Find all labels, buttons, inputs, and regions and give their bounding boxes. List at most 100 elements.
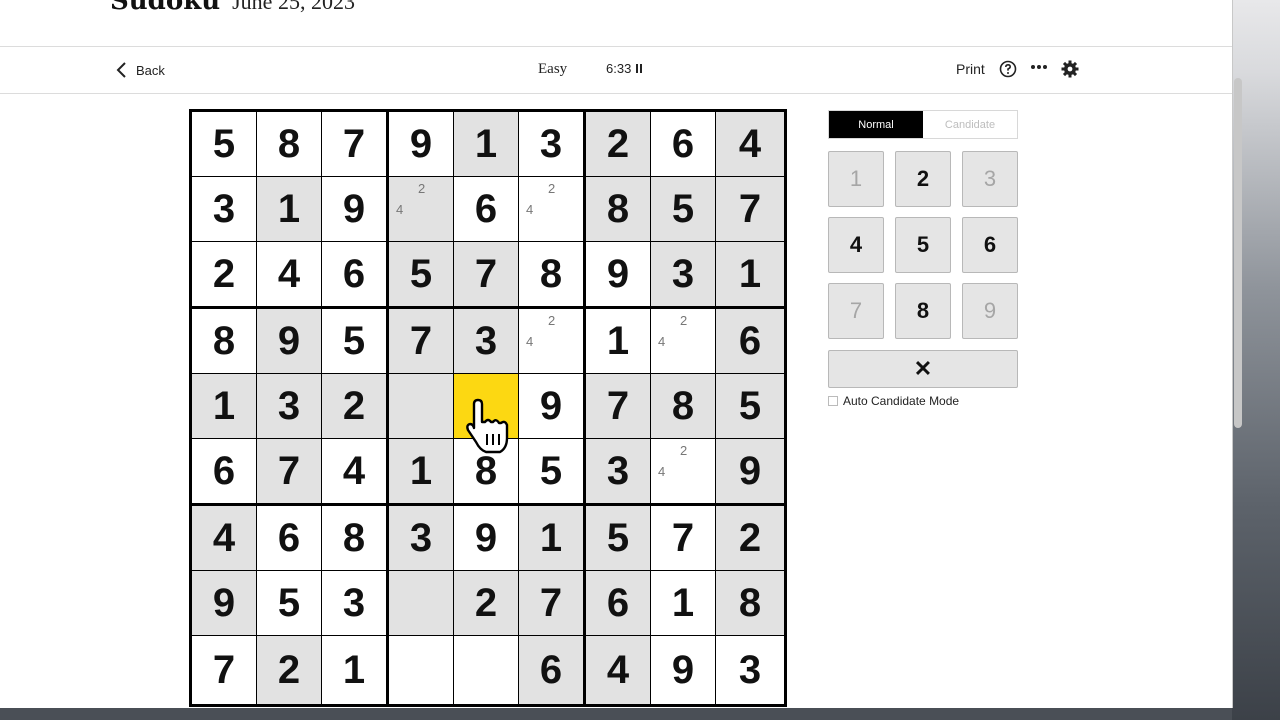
sudoku-cell-r5c7[interactable]: 7 [586,374,650,438]
sudoku-cell-r1c9[interactable]: 4 [716,112,784,176]
sudoku-cell-r4c4[interactable]: 7 [389,309,453,373]
sudoku-cell-r1c1[interactable]: 5 [192,112,256,176]
sudoku-cell-r9c2[interactable]: 2 [257,636,321,704]
sudoku-cell-r5c3[interactable]: 2 [322,374,386,438]
sudoku-cell-r2c3[interactable]: 9 [322,177,386,241]
sudoku-cell-r5c1[interactable]: 1 [192,374,256,438]
keypad-key-5[interactable]: 5 [895,217,951,273]
sudoku-cell-r2c5[interactable]: 6 [454,177,518,241]
sudoku-cell-r7c5[interactable]: 9 [454,506,518,570]
sudoku-cell-r8c4[interactable] [389,571,453,635]
sudoku-cell-r8c2[interactable]: 5 [257,571,321,635]
sudoku-cell-r7c6[interactable]: 1 [519,506,583,570]
page-scrollbar[interactable] [1234,78,1242,428]
sudoku-cell-r5c9[interactable]: 5 [716,374,784,438]
sudoku-cell-r4c7[interactable]: 1 [586,309,650,373]
sudoku-cell-r7c1[interactable]: 4 [192,506,256,570]
sudoku-cell-r7c3[interactable]: 8 [322,506,386,570]
sudoku-cell-r2c8[interactable]: 5 [651,177,715,241]
sudoku-cell-r4c1[interactable]: 8 [192,309,256,373]
sudoku-cell-r2c2[interactable]: 1 [257,177,321,241]
sudoku-cell-r7c2[interactable]: 6 [257,506,321,570]
sudoku-cell-r9c8[interactable]: 9 [651,636,715,704]
sudoku-cell-r8c5[interactable]: 2 [454,571,518,635]
sudoku-cell-r9c4[interactable] [389,636,453,704]
sudoku-cell-r9c9[interactable]: 3 [716,636,784,704]
sudoku-cell-r6c8[interactable]: 24 [651,439,715,503]
sudoku-cell-r3c3[interactable]: 6 [322,242,386,306]
sudoku-cell-r9c1[interactable]: 7 [192,636,256,704]
sudoku-cell-r9c5[interactable] [454,636,518,704]
sudoku-cell-r1c7[interactable]: 2 [586,112,650,176]
auto-candidate-checkbox[interactable] [828,396,838,406]
sudoku-cell-r1c4[interactable]: 9 [389,112,453,176]
sudoku-cell-r5c8[interactable]: 8 [651,374,715,438]
sudoku-cell-r6c9[interactable]: 9 [716,439,784,503]
sudoku-cell-r6c3[interactable]: 4 [322,439,386,503]
sudoku-cell-r4c8[interactable]: 24 [651,309,715,373]
sudoku-cell-r8c7[interactable]: 6 [586,571,650,635]
keypad-key-4[interactable]: 4 [828,217,884,273]
sudoku-cell-r7c4[interactable]: 3 [389,506,453,570]
sudoku-cell-r8c8[interactable]: 1 [651,571,715,635]
sudoku-cell-r3c7[interactable]: 9 [586,242,650,306]
sudoku-cell-r6c5[interactable]: 8 [454,439,518,503]
more-icon[interactable] [1030,59,1048,75]
keypad-key-7[interactable]: 7 [828,283,884,339]
sudoku-cell-r1c6[interactable]: 3 [519,112,583,176]
gear-icon[interactable] [1061,60,1079,78]
sudoku-cell-r4c2[interactable]: 9 [257,309,321,373]
keypad-key-8[interactable]: 8 [895,283,951,339]
sudoku-cell-r3c2[interactable]: 4 [257,242,321,306]
sudoku-cell-r2c9[interactable]: 7 [716,177,784,241]
normal-mode-button[interactable]: Normal [829,111,923,138]
sudoku-cell-r2c1[interactable]: 3 [192,177,256,241]
sudoku-cell-r3c9[interactable]: 1 [716,242,784,306]
sudoku-cell-r1c2[interactable]: 8 [257,112,321,176]
keypad-key-3[interactable]: 3 [962,151,1018,207]
sudoku-cell-r4c3[interactable]: 5 [322,309,386,373]
sudoku-cell-r3c4[interactable]: 5 [389,242,453,306]
sudoku-cell-r9c3[interactable]: 1 [322,636,386,704]
print-button[interactable]: Print [956,61,985,77]
pause-icon[interactable] [636,64,643,73]
sudoku-cell-r5c2[interactable]: 3 [257,374,321,438]
sudoku-cell-r8c1[interactable]: 9 [192,571,256,635]
keypad-key-2[interactable]: 2 [895,151,951,207]
sudoku-cell-r2c4[interactable]: 24 [389,177,453,241]
sudoku-cell-r7c9[interactable]: 2 [716,506,784,570]
sudoku-cell-r5c4[interactable] [389,374,453,438]
sudoku-cell-r8c6[interactable]: 7 [519,571,583,635]
sudoku-cell-r4c5[interactable]: 3 [454,309,518,373]
sudoku-cell-r7c8[interactable]: 7 [651,506,715,570]
sudoku-cell-r4c9[interactable]: 6 [716,309,784,373]
sudoku-cell-r3c5[interactable]: 7 [454,242,518,306]
sudoku-cell-r6c1[interactable]: 6 [192,439,256,503]
help-icon[interactable] [999,60,1017,78]
sudoku-cell-r6c2[interactable]: 7 [257,439,321,503]
sudoku-cell-r1c5[interactable]: 1 [454,112,518,176]
sudoku-cell-r6c6[interactable]: 5 [519,439,583,503]
sudoku-cell-r9c7[interactable]: 4 [586,636,650,704]
keypad-key-1[interactable]: 1 [828,151,884,207]
sudoku-cell-r2c6[interactable]: 24 [519,177,583,241]
sudoku-cell-r1c8[interactable]: 6 [651,112,715,176]
delete-button[interactable]: ✕ [828,350,1018,388]
sudoku-cell-r2c7[interactable]: 8 [586,177,650,241]
sudoku-cell-r1c3[interactable]: 7 [322,112,386,176]
sudoku-cell-r7c7[interactable]: 5 [586,506,650,570]
sudoku-cell-r3c6[interactable]: 8 [519,242,583,306]
sudoku-cell-r3c8[interactable]: 3 [651,242,715,306]
sudoku-cell-r6c4[interactable]: 1 [389,439,453,503]
sudoku-cell-r5c6[interactable]: 9 [519,374,583,438]
candidate-mode-button[interactable]: Candidate [923,111,1017,138]
sudoku-cell-r8c9[interactable]: 8 [716,571,784,635]
sudoku-cell-r9c6[interactable]: 6 [519,636,583,704]
keypad-key-9[interactable]: 9 [962,283,1018,339]
sudoku-cell-r3c1[interactable]: 2 [192,242,256,306]
sudoku-cell-r4c6[interactable]: 24 [519,309,583,373]
keypad-key-6[interactable]: 6 [962,217,1018,273]
sudoku-cell-r8c3[interactable]: 3 [322,571,386,635]
sudoku-cell-r6c7[interactable]: 3 [586,439,650,503]
sudoku-cell-r5c5[interactable] [454,374,518,438]
